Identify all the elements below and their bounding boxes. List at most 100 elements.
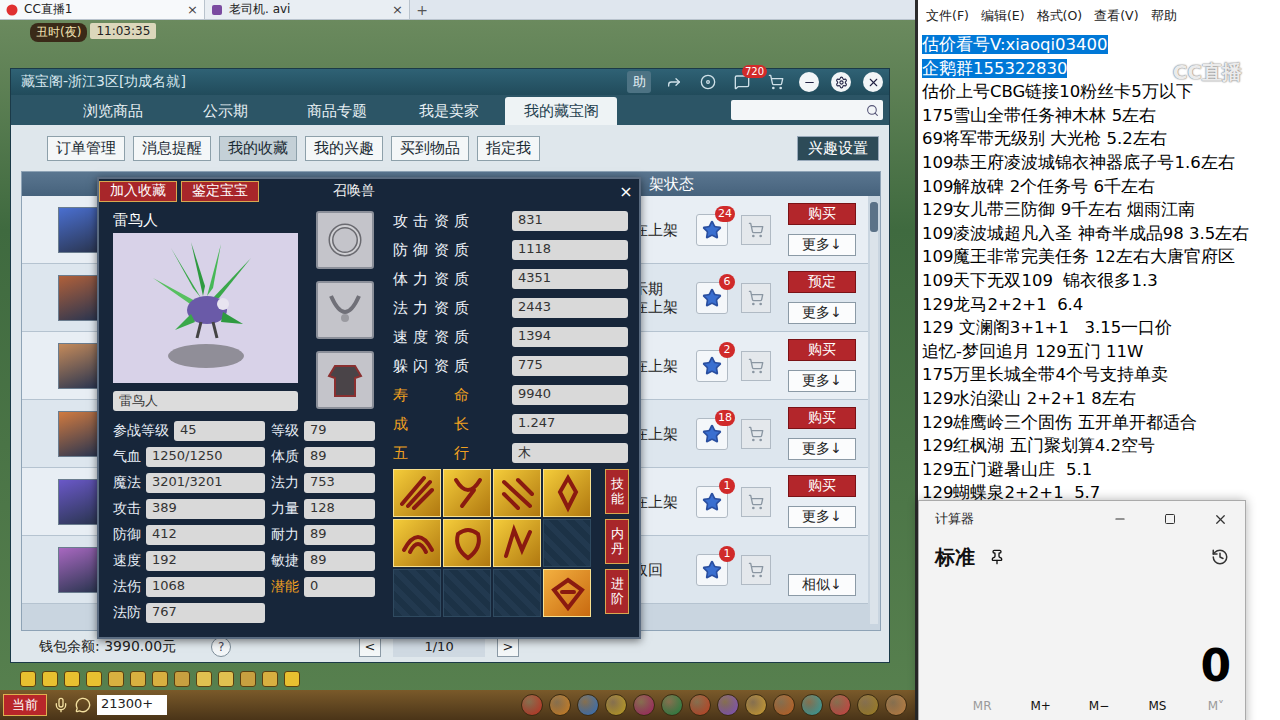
side-button[interactable]: 进阶 (605, 569, 629, 614)
game-menu-icon[interactable] (773, 694, 795, 716)
toolbar-icon[interactable] (174, 671, 190, 687)
buy-button[interactable]: 购买 (788, 475, 856, 497)
prev-page-button[interactable]: < (359, 637, 381, 657)
voice-button[interactable] (53, 697, 69, 713)
dialog-action-button[interactable]: 鉴定宝宝 (181, 181, 259, 202)
text-line[interactable]: 129雄鹰岭三个固伤 五开单开都适合 (918, 411, 1280, 435)
menu-item[interactable]: 格式(O) (1037, 8, 1083, 25)
more-button[interactable]: 更多↓ (788, 506, 856, 528)
skill-slot[interactable] (443, 469, 491, 517)
skill-slot[interactable] (543, 519, 591, 567)
toolbar-icon[interactable] (262, 671, 278, 687)
page-indicator[interactable]: 1/10 (393, 637, 485, 657)
maximize-button[interactable] (1145, 501, 1195, 537)
text-line[interactable]: 109恭王府凌波城锦衣神器底子号1.6左右 (918, 151, 1280, 175)
chat-input[interactable]: 21300+ (97, 695, 167, 715)
tab-close-button[interactable]: × (392, 2, 403, 17)
scrollbar[interactable] (870, 202, 878, 624)
memory-button[interactable]: M− (1070, 695, 1128, 713)
next-page-button[interactable]: > (497, 637, 519, 657)
toolbar-icon[interactable] (240, 671, 256, 687)
menu-item[interactable]: 帮助 (1151, 8, 1177, 25)
side-button[interactable]: 内丹 (605, 519, 629, 564)
text-line[interactable]: 129水泊梁山 2+2+1 8左右 (918, 387, 1280, 411)
close-button[interactable] (1195, 501, 1245, 537)
menu-item[interactable]: 编辑(E) (981, 8, 1025, 25)
game-menu-icon[interactable] (689, 694, 711, 716)
skill-slot[interactable] (443, 519, 491, 567)
game-menu-icon[interactable] (745, 694, 767, 716)
text-line[interactable]: 175雪山全带任务神木林 5左右 (918, 104, 1280, 128)
scroll-thumb[interactable] (870, 202, 878, 232)
menu-item[interactable]: 文件(F) (926, 8, 969, 25)
sub-tab[interactable]: 买到物品 (391, 136, 469, 161)
tab-close-button[interactable]: × (187, 2, 198, 17)
text-line[interactable]: 129五门避暑山庄 5.1 (918, 458, 1280, 482)
text-line[interactable]: 估价看号V:xiaoqi03400 (918, 33, 1280, 57)
toolbar-icon[interactable] (108, 671, 124, 687)
add-cart-button[interactable] (741, 419, 771, 449)
sub-tab[interactable]: 消息提醒 (133, 136, 211, 161)
text-line[interactable]: 109凌波城超凡入圣 神奇半成品98 3.5左右 (918, 222, 1280, 246)
more-button[interactable]: 更多↓ (788, 234, 856, 256)
add-cart-button[interactable] (741, 215, 771, 245)
text-line[interactable]: 129红枫湖 五门聚划算4.2空号 (918, 434, 1280, 458)
add-cart-button[interactable] (741, 487, 771, 517)
memory-button[interactable]: M+ (1011, 695, 1069, 713)
record-button[interactable] (697, 71, 719, 93)
more-button[interactable]: 相似↓ (788, 574, 856, 596)
skill-slot[interactable] (493, 519, 541, 567)
skill-slot[interactable] (443, 569, 491, 617)
game-menu-icon[interactable] (605, 694, 627, 716)
buy-button[interactable]: 购买 (788, 339, 856, 361)
game-menu-icon[interactable] (521, 694, 543, 716)
minimize-button[interactable] (799, 72, 819, 92)
equipment-slot[interactable] (316, 211, 374, 269)
skill-slot[interactable] (393, 469, 441, 517)
message-button[interactable]: 720 (731, 71, 753, 93)
main-tab[interactable]: 我是卖家 (393, 97, 505, 125)
sub-tab[interactable]: 我的收藏 (219, 136, 297, 161)
toolbar-icon[interactable] (152, 671, 168, 687)
dialog-close-button[interactable]: × (617, 182, 635, 201)
favorite-button[interactable]: 1 (696, 486, 728, 518)
main-tab[interactable]: 我的藏宝阁 (505, 97, 617, 125)
game-menu-icon[interactable] (885, 694, 907, 716)
settings-button[interactable] (831, 72, 851, 92)
buy-button[interactable]: 预定 (788, 271, 856, 293)
main-tab[interactable]: 商品专题 (281, 97, 393, 125)
toolbar-icon[interactable] (64, 671, 80, 687)
skill-slot[interactable] (493, 469, 541, 517)
help-button[interactable]: 助 (627, 71, 651, 93)
more-button[interactable]: 更多↓ (788, 302, 856, 324)
buy-button[interactable]: 购买 (788, 203, 856, 225)
dialog-action-button[interactable]: 加入收藏 (99, 181, 177, 202)
new-tab-button[interactable]: + (410, 0, 434, 19)
favorite-button[interactable]: 18 (696, 418, 728, 450)
sub-tab[interactable]: 指定我 (477, 136, 540, 161)
game-menu-icon[interactable] (633, 694, 655, 716)
toolbar-icon[interactable] (86, 671, 102, 687)
minimize-button[interactable] (1095, 501, 1145, 537)
wallet-help-button[interactable]: ? (211, 637, 231, 657)
skill-slot[interactable] (393, 569, 441, 617)
toolbar-icon[interactable] (42, 671, 58, 687)
buy-button[interactable]: 购买 (788, 407, 856, 429)
toolbar-icon[interactable] (284, 671, 300, 687)
history-button[interactable] (1211, 548, 1229, 566)
menu-item[interactable]: 查看(V) (1094, 8, 1138, 25)
equipment-slot[interactable] (316, 281, 374, 339)
chat-button[interactable] (75, 697, 91, 713)
text-line[interactable]: 129女儿带三防御 9千左右 烟雨江南 (918, 198, 1280, 222)
favorite-button[interactable]: 2 (696, 350, 728, 382)
text-line[interactable]: 109解放碑 2个任务号 6千左右 (918, 175, 1280, 199)
text-line[interactable]: 109天下无双109 锦衣很多1.3 (918, 269, 1280, 293)
favorite-button[interactable]: 6 (696, 282, 728, 314)
sub-tab[interactable]: 我的兴趣 (305, 136, 383, 161)
game-menu-icon[interactable] (717, 694, 739, 716)
toolbar-icon[interactable] (130, 671, 146, 687)
game-menu-icon[interactable] (577, 694, 599, 716)
browser-tab[interactable]: CC直播1× (0, 0, 205, 19)
text-line[interactable]: 175万里长城全带4个号支持单卖 (918, 363, 1280, 387)
more-button[interactable]: 更多↓ (788, 438, 856, 460)
